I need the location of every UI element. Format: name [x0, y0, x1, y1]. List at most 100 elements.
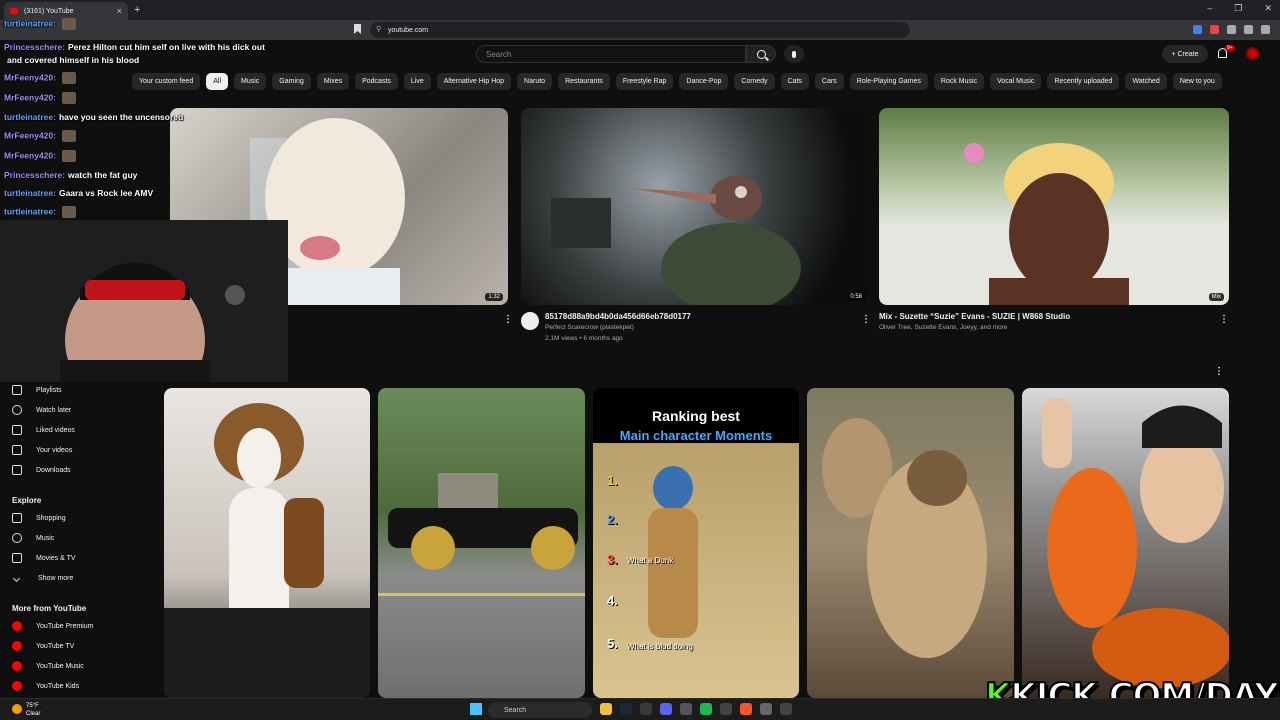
filter-chip[interactable]: Comedy: [734, 73, 775, 90]
sidebar-icon[interactable]: [1244, 25, 1253, 34]
avatar[interactable]: [1246, 47, 1259, 60]
chat-emote-icon: [61, 206, 76, 218]
create-button[interactable]: + Create: [1162, 45, 1208, 63]
chat-username: MrFeeny420:: [4, 92, 56, 103]
new-tab-button[interactable]: +: [134, 4, 140, 16]
sidebar-item-liked-videos[interactable]: Liked videos: [12, 420, 75, 440]
filter-chip[interactable]: Gaming: [272, 73, 311, 90]
search-button[interactable]: [746, 45, 776, 63]
chat-username: MrFeeny420:: [4, 130, 56, 141]
filter-chip[interactable]: Alternative Hip Hop: [436, 73, 512, 90]
url-text: youtube.com: [388, 26, 429, 34]
channel-avatar[interactable]: [521, 312, 539, 330]
video-thumbnail[interactable]: 0:58: [521, 108, 870, 305]
youtube-tv-icon: [12, 641, 22, 651]
filter-chip[interactable]: Restaurants: [558, 73, 610, 90]
filter-chip[interactable]: Live: [403, 73, 431, 90]
app-icon[interactable]: [760, 703, 772, 715]
video-thumbnail[interactable]: Mix: [879, 108, 1229, 305]
voice-search-button[interactable]: [784, 45, 804, 63]
filter-chip[interactable]: Naruto: [517, 73, 553, 90]
shorts-more-options-icon[interactable]: [1218, 366, 1220, 376]
filter-chip[interactable]: New to you: [1172, 73, 1222, 90]
filter-chip[interactable]: Vocal Music: [990, 73, 1042, 90]
more-options-icon[interactable]: [1223, 314, 1225, 324]
filter-chip[interactable]: Mixes: [316, 73, 350, 90]
filter-chip[interactable]: Recently uploaded: [1047, 73, 1120, 90]
short-thumbnail[interactable]: [378, 388, 585, 698]
sidebar-item-youtube-kids[interactable]: YouTube Kids: [12, 676, 79, 696]
filter-chip[interactable]: Dance-Pop: [679, 73, 729, 90]
chat-message: turtleinatree:: [4, 206, 76, 218]
short-thumbnail[interactable]: Ranking best Main character Moments 1. 2…: [593, 388, 799, 698]
app-icon[interactable]: [640, 703, 652, 715]
beagle-image: [164, 403, 370, 698]
short-thumbnail[interactable]: [807, 388, 1014, 698]
sidebar-item-your-videos[interactable]: Your videos: [12, 440, 72, 460]
more-options-icon[interactable]: [507, 314, 509, 324]
tab-close-icon[interactable]: ×: [117, 6, 122, 16]
filter-chip[interactable]: Cars: [814, 73, 844, 90]
steam-icon[interactable]: [620, 703, 632, 715]
filter-chip[interactable]: Cats: [780, 73, 809, 90]
filter-chip[interactable]: Role-Playing Games: [849, 73, 928, 90]
video-title[interactable]: Mix - Suzette “Suzie” Evans - SUZIE | W8…: [879, 312, 1070, 321]
weather-widget[interactable]: 75°F Clear: [26, 702, 40, 718]
app-icon[interactable]: [780, 703, 792, 715]
filter-chip[interactable]: Podcasts: [355, 73, 398, 90]
file-explorer-icon[interactable]: [600, 703, 612, 715]
windows-start-icon[interactable]: [470, 703, 482, 715]
sidebar-item-youtube-tv[interactable]: YouTube TV: [12, 636, 74, 656]
minimize-button[interactable]: –: [1207, 3, 1212, 14]
sidebar-item-label: Show more: [38, 574, 74, 582]
discord-icon[interactable]: [660, 703, 672, 715]
rank-label: 1.: [607, 473, 618, 488]
filter-chip[interactable]: Your custom feed: [132, 73, 201, 90]
sidebar-item-label: YouTube Premium: [36, 622, 94, 630]
sidebar-item-downloads[interactable]: Downloads: [12, 460, 71, 480]
shopping-bag-icon: [12, 513, 22, 523]
windows-taskbar: 75°F Clear Search: [0, 698, 1280, 720]
channel-name[interactable]: Oliver Tree, Suzette Evans, Joeyy, and m…: [879, 324, 1008, 331]
close-window-button[interactable]: ✕: [1264, 3, 1272, 14]
filter-chip[interactable]: Rock Music: [933, 73, 985, 90]
address-bar[interactable]: ⚲ youtube.com: [370, 22, 910, 38]
film-icon: [12, 553, 22, 563]
extension-icon[interactable]: [1193, 25, 1202, 34]
sidebar-item-watch-later[interactable]: Watch later: [12, 400, 71, 420]
sidebar-item-show-more[interactable]: Show more: [12, 568, 73, 588]
channel-name[interactable]: Perfect Scarecrow (plastekpet): [545, 324, 634, 331]
bird-creature-image: [551, 176, 801, 305]
sidebar-item-shopping[interactable]: Shopping: [12, 508, 66, 528]
video-title[interactable]: 85178d88a9bd4b0da456d66eb78d0177: [545, 312, 691, 321]
filter-chip[interactable]: Freestyle Rap: [615, 73, 674, 90]
marmots-image: [822, 418, 987, 658]
app-icon[interactable]: [720, 703, 732, 715]
taskbar-search[interactable]: Search: [488, 702, 592, 718]
filter-chip[interactable]: Music: [234, 73, 267, 90]
maximize-button[interactable]: ❐: [1234, 3, 1242, 14]
youtube-premium-icon: [12, 621, 22, 631]
sidebar-item-music[interactable]: Music: [12, 528, 54, 548]
spotify-icon[interactable]: [700, 703, 712, 715]
site-info-icon[interactable]: ⚲: [376, 25, 381, 33]
sidebar-item-playlists[interactable]: Playlists: [12, 380, 62, 400]
sidebar-item-label: Music: [36, 534, 55, 542]
settings-icon[interactable]: [680, 703, 692, 715]
sidebar-item-movies-tv[interactable]: Movies & TV: [12, 548, 76, 568]
more-options-icon[interactable]: [865, 314, 867, 324]
window-controls: – ❐ ✕: [1207, 3, 1272, 14]
sidebar-item-youtube-music[interactable]: YouTube Music: [12, 656, 84, 676]
search-input[interactable]: Search: [476, 45, 746, 63]
chat-message: Princesschere: Perez Hilton cut him self …: [4, 42, 265, 52]
short-thumbnail[interactable]: [1022, 388, 1229, 698]
short-thumbnail[interactable]: [164, 388, 370, 698]
extensions-puzzle-icon[interactable]: [1227, 25, 1236, 34]
filter-chip[interactable]: All: [206, 73, 229, 90]
extension-icon[interactable]: [1210, 25, 1219, 34]
menu-icon[interactable]: [1261, 25, 1270, 34]
brave-icon[interactable]: [740, 703, 752, 715]
filter-chip[interactable]: Watched: [1125, 73, 1167, 90]
sidebar-item-youtube-premium[interactable]: YouTube Premium: [12, 616, 93, 636]
rank-label: 5.: [607, 636, 618, 651]
